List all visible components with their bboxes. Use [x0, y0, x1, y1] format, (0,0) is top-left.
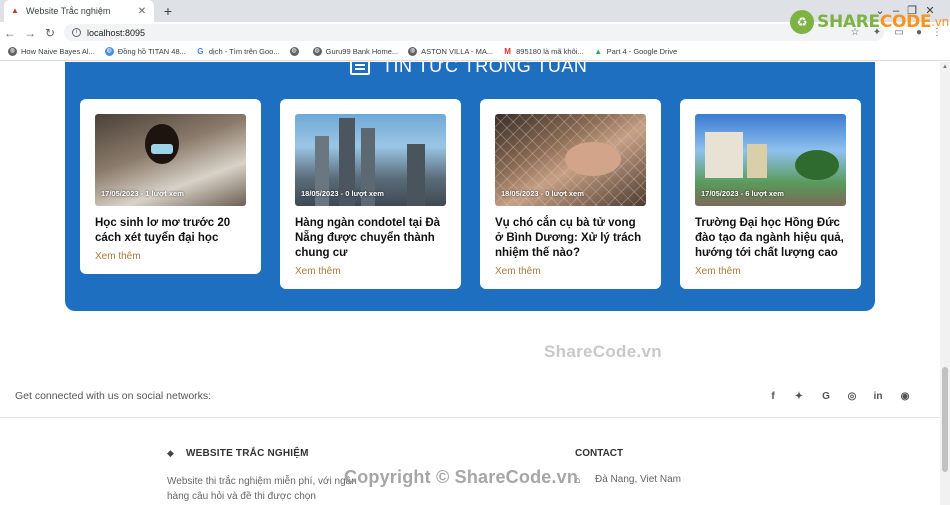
gem-icon: ◆ [167, 448, 174, 458]
bookmarks-bar: ◍ How Naive Bayes Al... ◍ Đồng hồ TITAN 48… [0, 43, 950, 61]
scrollbar-thumb[interactable] [942, 367, 948, 472]
news-card[interactable]: 18/05/2023 - 0 lượt xem Hàng ngàn condot… [280, 99, 461, 289]
thumb-building [705, 132, 743, 178]
globe-icon: ◍ [408, 47, 418, 56]
contact-address: ⌂ Đà Nang, Viet Nam [575, 474, 681, 485]
news-meta: 17/05/2023 - 6 lượt xem [701, 189, 784, 198]
thumb-building [747, 144, 767, 178]
tab-title: Website Trắc nghiệm [26, 6, 111, 16]
read-more-link[interactable]: Xem thêm [495, 266, 541, 277]
news-card[interactable]: 17/05/2023 - 6 lượt xem Trường Đại học H… [680, 99, 861, 289]
news-heading: TIN TỨC TRONG TUẦN [350, 62, 587, 77]
news-thumbnail[interactable]: 17/05/2023 - 1 lượt xem [95, 114, 246, 206]
page-viewport: TIN TỨC TRONG TUẦN 17/05/2023 - 1 lượt x… [0, 62, 940, 505]
bookmark-item[interactable]: ◍ ASTON VILLA - MA... [408, 47, 493, 56]
bookmark-item[interactable]: ◍ Guru99 Bank Home... [312, 47, 398, 56]
weekly-news-section: TIN TỨC TRONG TUẦN 17/05/2023 - 1 lượt x… [65, 62, 875, 311]
news-title[interactable]: Hàng ngàn condotel tại Đà Nẵng được chuy… [295, 216, 446, 261]
news-title[interactable]: Học sinh lơ mơ trước 20 cách xét tuyển đ… [95, 216, 246, 246]
news-title[interactable]: Trường Đại học Hồng Đức đào tạo đa ngành… [695, 216, 846, 261]
browser-tab[interactable]: ▲ Website Trắc nghiệm ✕ [4, 0, 154, 22]
copyright-watermark: Copyright © ShareCode.vn [344, 467, 579, 487]
news-title[interactable]: Vụ chó cắn cụ bà tử vong ở Bình Dương: X… [495, 216, 646, 261]
thumb-mask [151, 144, 173, 154]
bookmark-item[interactable]: ◍ How Naive Bayes Al... [8, 47, 95, 56]
url-text: localhost:8095 [87, 27, 146, 38]
bookmark-item[interactable]: ▲ Part 4 - Google Drive [593, 47, 677, 56]
bookmark-item[interactable]: ◍ [289, 47, 303, 56]
footer-description: Website thi trắc nghiệm miễn phí, với ng… [167, 476, 357, 502]
news-meta: 17/05/2023 - 1 lượt xem [101, 189, 184, 198]
globe-icon: ◍ [312, 47, 322, 56]
globe-icon: ◍ [8, 47, 17, 56]
linkedin-icon[interactable]: in [871, 390, 885, 404]
globe-icon: ◍ [289, 47, 299, 56]
read-more-link[interactable]: Xem thêm [295, 266, 341, 277]
thumb-tree [795, 150, 839, 180]
scroll-up-arrow-icon[interactable]: ▲ [940, 64, 950, 70]
thumb-building [407, 144, 425, 206]
info-icon[interactable]: i [72, 28, 81, 37]
social-bar: Get connected with us on social networks… [0, 378, 940, 418]
github-icon[interactable]: ◉ [898, 390, 912, 404]
reload-icon[interactable]: ↻ [40, 23, 60, 43]
news-heading-text: TIN TỨC TRONG TUẦN [382, 62, 588, 76]
vertical-scrollbar[interactable]: ▲ [940, 62, 950, 505]
sharecode-watermark: ShareCode.vn [544, 342, 662, 361]
google-icon: G [195, 47, 205, 56]
site-favicon-icon: ▲ [11, 6, 19, 15]
bookmark-item[interactable]: ◍ Đồng hồ TITAN 48... [104, 47, 186, 56]
sharecode-logo: ♻ SHARE CODE .vn [790, 10, 949, 34]
tab-close-icon[interactable]: ✕ [136, 6, 148, 17]
back-arrow-icon[interactable]: ← [0, 23, 20, 43]
news-thumbnail[interactable]: 18/05/2023 - 0 lượt xem [295, 114, 446, 206]
news-thumbnail[interactable]: 18/05/2023 - 0 lượt xem [495, 114, 646, 206]
twitter-icon[interactable]: ✦ [792, 390, 806, 404]
bookmark-item[interactable]: M 895180 là mã khôi... [503, 47, 584, 56]
logo-recycle-icon: ♻ [790, 10, 814, 34]
instagram-icon[interactable]: ◎ [845, 390, 859, 404]
news-meta: 18/05/2023 - 0 lượt xem [301, 189, 384, 198]
drive-icon: ▲ [593, 47, 603, 56]
news-card[interactable]: 17/05/2023 - 1 lượt xem Học sinh lơ mơ t… [80, 99, 261, 274]
google-icon[interactable]: G [819, 390, 833, 404]
forward-arrow-icon[interactable]: → [20, 23, 40, 43]
facebook-icon[interactable]: f [766, 390, 780, 404]
news-meta: 18/05/2023 - 0 lượt xem [501, 189, 584, 198]
thumb-dog [565, 142, 621, 176]
bookmark-item[interactable]: Gdịch - Tìm trên Goo... [195, 47, 280, 56]
read-more-link[interactable]: Xem thêm [695, 266, 741, 277]
address-bar[interactable]: i localhost:8095 [64, 24, 884, 41]
read-more-link[interactable]: Xem thêm [95, 251, 141, 262]
globe-icon: ◍ [104, 47, 114, 56]
new-tab-button[interactable]: + [160, 3, 176, 19]
newspaper-icon [350, 62, 370, 75]
contact-title: CONTACT [575, 448, 624, 459]
news-card[interactable]: 18/05/2023 - 0 lượt xem Vụ chó cắn cụ bà… [480, 99, 661, 289]
footer-brand: WEBSITE TRẮC NGHIỆM [186, 448, 309, 459]
news-thumbnail[interactable]: 17/05/2023 - 6 lượt xem [695, 114, 846, 206]
social-text: Get connected with us on social networks… [15, 390, 212, 402]
gmail-icon: M [503, 47, 513, 56]
